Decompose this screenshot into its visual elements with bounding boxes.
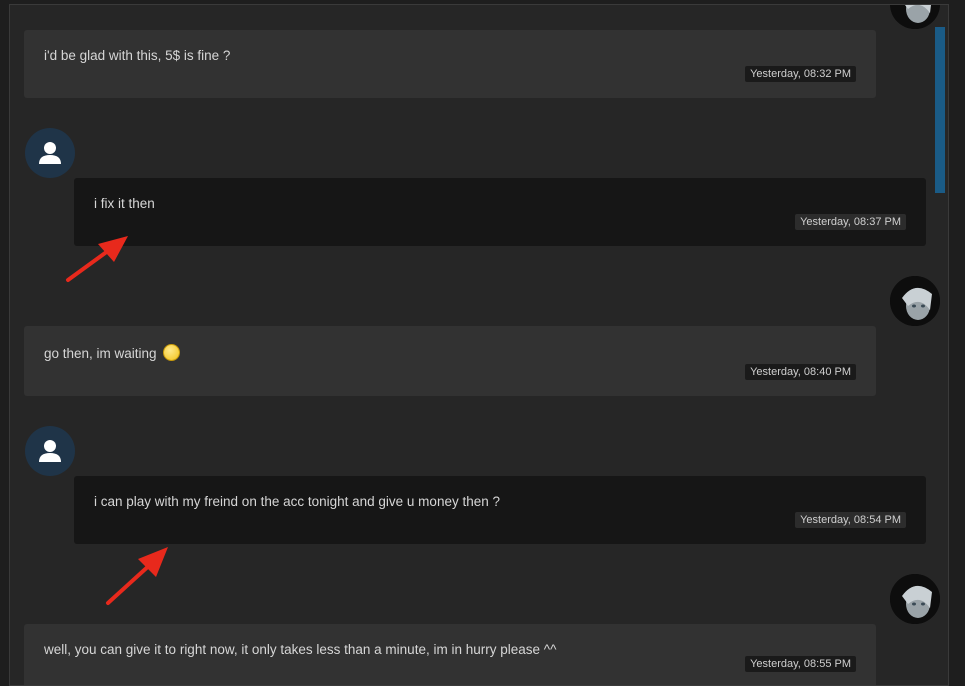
message-bubble-self: i fix it then Yesterday, 08:37 PM (74, 178, 926, 246)
red-arrow-icon (106, 547, 168, 605)
message-timestamp: Yesterday, 08:32 PM (745, 66, 856, 82)
user-avatar[interactable] (25, 128, 75, 178)
message-text: i'd be glad with this, 5$ is fine ? (44, 48, 231, 63)
message-timestamp: Yesterday, 08:37 PM (795, 214, 906, 230)
other-avatar[interactable] (890, 5, 940, 29)
message-bubble-self: i can play with my freind on the acc ton… (74, 476, 926, 544)
chat-panel: i'd be glad with this, 5$ is fine ? Yest… (9, 4, 949, 686)
anime-portrait-icon (890, 5, 940, 29)
smile-emoji-icon (162, 344, 180, 361)
red-arrow-icon (66, 236, 128, 282)
other-avatar[interactable] (890, 276, 940, 326)
user-icon (39, 440, 61, 462)
message-bubble-other: go then, im waiting Yesterday, 08:40 PM (24, 326, 876, 396)
anime-portrait-icon (890, 276, 940, 326)
message-text: well, you can give it to right now, it o… (44, 642, 557, 657)
message-text: go then, im waiting (44, 346, 157, 361)
message-bubble-other: well, you can give it to right now, it o… (24, 624, 876, 685)
user-avatar[interactable] (25, 426, 75, 476)
scrollbar-thumb[interactable] (935, 27, 945, 193)
message-text: i can play with my freind on the acc ton… (94, 494, 500, 509)
anime-portrait-icon (890, 574, 940, 624)
message-bubble-other: i'd be glad with this, 5$ is fine ? Yest… (24, 30, 876, 98)
other-avatar[interactable] (890, 574, 940, 624)
message-text-wrap: go then, im waiting (44, 344, 180, 361)
message-timestamp: Yesterday, 08:40 PM (745, 364, 856, 380)
user-icon (39, 142, 61, 164)
message-text: i fix it then (94, 196, 155, 211)
message-timestamp: Yesterday, 08:55 PM (745, 656, 856, 672)
message-timestamp: Yesterday, 08:54 PM (795, 512, 906, 528)
